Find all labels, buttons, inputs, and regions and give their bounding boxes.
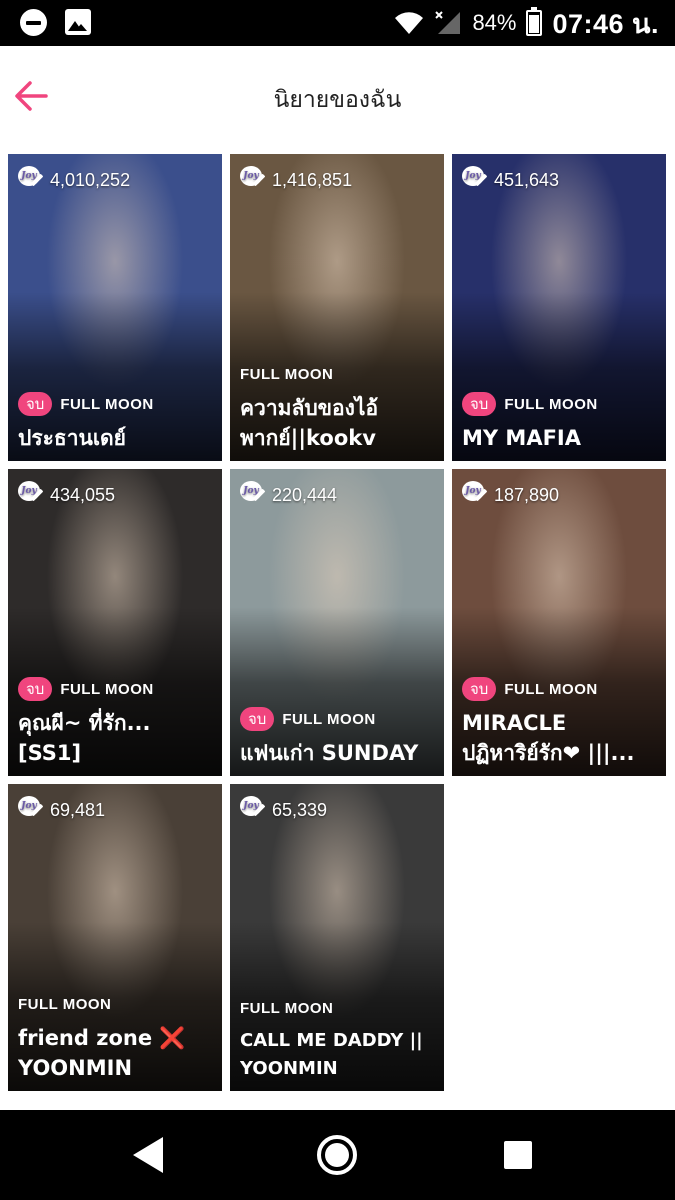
publisher-label: FULL MOON bbox=[60, 395, 154, 413]
status-bar: 84% 07:46 น. bbox=[0, 0, 675, 46]
joy-pen-icon: Joy bbox=[240, 481, 268, 509]
joy-pen-icon: Joy bbox=[18, 166, 46, 194]
joy-pen-icon: Joy bbox=[240, 796, 268, 824]
publisher-label: FULL MOON bbox=[504, 680, 598, 698]
battery-fill bbox=[529, 14, 540, 33]
joy-pen-icon: Joy bbox=[240, 166, 268, 194]
card-meta: FULL MOON bbox=[240, 361, 436, 387]
publisher-label: FULL MOON bbox=[240, 999, 334, 1017]
status-badge: จบ bbox=[240, 707, 275, 731]
image-notification-icon bbox=[65, 9, 91, 35]
signal-icon bbox=[435, 11, 461, 34]
joy-pen-icon: Joy bbox=[462, 166, 490, 194]
view-count: Joy 220,444 bbox=[240, 481, 337, 509]
novel-title: แฟนเก่า SUNDAY bbox=[240, 741, 419, 765]
novel-card[interactable]: Joy 451,643 จบ FULL MOON MY MAFIA bbox=[452, 154, 666, 461]
card-meta: จบ FULL MOON bbox=[462, 676, 658, 702]
view-count: Joy 1,416,851 bbox=[240, 166, 352, 194]
battery-percent: 84% bbox=[472, 10, 517, 35]
card-info: FULL MOON friend zone ❌ YOONMIN bbox=[18, 991, 214, 1083]
novel-title: CALL ME DADDY || YOONMIN bbox=[240, 1030, 423, 1079]
view-count-text: 434,055 bbox=[50, 484, 116, 505]
navigation-bar bbox=[0, 1110, 675, 1200]
view-count: Joy 451,643 bbox=[462, 166, 559, 194]
card-info: FULL MOON ความลับของไอ้ พากย์||kookv bbox=[240, 361, 436, 453]
status-badge: จบ bbox=[462, 392, 497, 416]
novel-title: คุณผี~ ที่รัก... [SS1] bbox=[18, 711, 151, 765]
card-info: จบ FULL MOON ประธานเดย์ bbox=[18, 391, 214, 453]
novel-card[interactable]: Joy 187,890 จบ FULL MOON MIRACLE ปฏิหาริย์รั… bbox=[452, 469, 666, 776]
status-badge: จบ bbox=[462, 677, 497, 701]
page-title: นิยายของฉัน bbox=[273, 87, 402, 113]
card-meta: FULL MOON bbox=[240, 995, 436, 1021]
novel-title: friend zone ❌ YOONMIN bbox=[18, 1026, 186, 1080]
card-info: จบ FULL MOON แฟนเก่า SUNDAY bbox=[240, 706, 436, 768]
nav-home-icon[interactable] bbox=[317, 1135, 357, 1175]
view-count-text: 69,481 bbox=[50, 799, 106, 820]
novel-card[interactable]: Joy 1,416,851 FULL MOON ความลับของไอ้ พากย์… bbox=[230, 154, 444, 461]
publisher-label: FULL MOON bbox=[240, 365, 334, 383]
view-count-text: 4,010,252 bbox=[50, 169, 131, 190]
nav-recents-icon[interactable] bbox=[504, 1141, 532, 1169]
novel-title: ประธานเดย์ bbox=[18, 426, 126, 450]
novel-card[interactable]: Joy 65,339 FULL MOON CALL ME DADDY || YOONM… bbox=[230, 784, 444, 1091]
status-badge: จบ bbox=[18, 392, 53, 416]
card-meta: จบ FULL MOON bbox=[240, 706, 436, 732]
publisher-label: FULL MOON bbox=[504, 395, 598, 413]
view-count-text: 220,444 bbox=[272, 484, 338, 505]
view-count: Joy 187,890 bbox=[462, 481, 559, 509]
card-info: จบ FULL MOON คุณผี~ ที่รัก... [SS1] bbox=[18, 676, 214, 768]
card-info: จบ FULL MOON MY MAFIA bbox=[462, 391, 658, 453]
view-count-text: 1,416,851 bbox=[272, 169, 353, 190]
novel-grid: Joy 4,010,252 จบ FULL MOON ประธานเดย์ Joy 1,41… bbox=[8, 154, 668, 1092]
card-meta: FULL MOON bbox=[18, 991, 214, 1017]
publisher-label: FULL MOON bbox=[18, 995, 112, 1013]
novel-title: MY MAFIA bbox=[462, 426, 581, 450]
novel-card[interactable]: Joy 69,481 FULL MOON friend zone ❌ YOONMIN bbox=[8, 784, 222, 1091]
status-badge: จบ bbox=[18, 677, 53, 701]
novel-title: MIRACLE ปฏิหาริย์รัก❤ |||... bbox=[462, 711, 635, 765]
clock: 07:46 น. bbox=[552, 8, 659, 39]
view-count: Joy 65,339 bbox=[240, 796, 327, 824]
view-count-text: 451,643 bbox=[494, 169, 560, 190]
novel-card[interactable]: Joy 4,010,252 จบ FULL MOON ประธานเดย์ bbox=[8, 154, 222, 461]
app-bar: นิยายของฉัน bbox=[0, 46, 675, 146]
joy-pen-icon: Joy bbox=[18, 481, 46, 509]
do-not-disturb-icon bbox=[20, 9, 47, 36]
wifi-icon bbox=[395, 12, 424, 34]
joy-pen-icon: Joy bbox=[18, 796, 46, 824]
view-count: Joy 434,055 bbox=[18, 481, 115, 509]
publisher-label: FULL MOON bbox=[282, 710, 376, 728]
battery-icon bbox=[526, 7, 543, 36]
view-count-text: 65,339 bbox=[272, 799, 328, 820]
novel-card[interactable]: Joy 220,444 จบ FULL MOON แฟนเก่า SUNDAY bbox=[230, 469, 444, 776]
publisher-label: FULL MOON bbox=[60, 680, 154, 698]
card-meta: จบ FULL MOON bbox=[462, 391, 658, 417]
card-info: จบ FULL MOON MIRACLE ปฏิหาริย์รัก❤ |||... bbox=[462, 676, 658, 768]
view-count: Joy 69,481 bbox=[18, 796, 105, 824]
view-count: Joy 4,010,252 bbox=[18, 166, 130, 194]
card-meta: จบ FULL MOON bbox=[18, 676, 214, 702]
novel-card[interactable]: Joy 434,055 จบ FULL MOON คุณผี~ ที่รัก... [S… bbox=[8, 469, 222, 776]
card-meta: จบ FULL MOON bbox=[18, 391, 214, 417]
nav-back-icon[interactable] bbox=[133, 1137, 163, 1173]
joy-pen-icon: Joy bbox=[462, 481, 490, 509]
view-count-text: 187,890 bbox=[494, 484, 560, 505]
card-info: FULL MOON CALL ME DADDY || YOONMIN bbox=[240, 995, 436, 1083]
novel-title: ความลับของไอ้ พากย์||kookv bbox=[240, 396, 379, 450]
